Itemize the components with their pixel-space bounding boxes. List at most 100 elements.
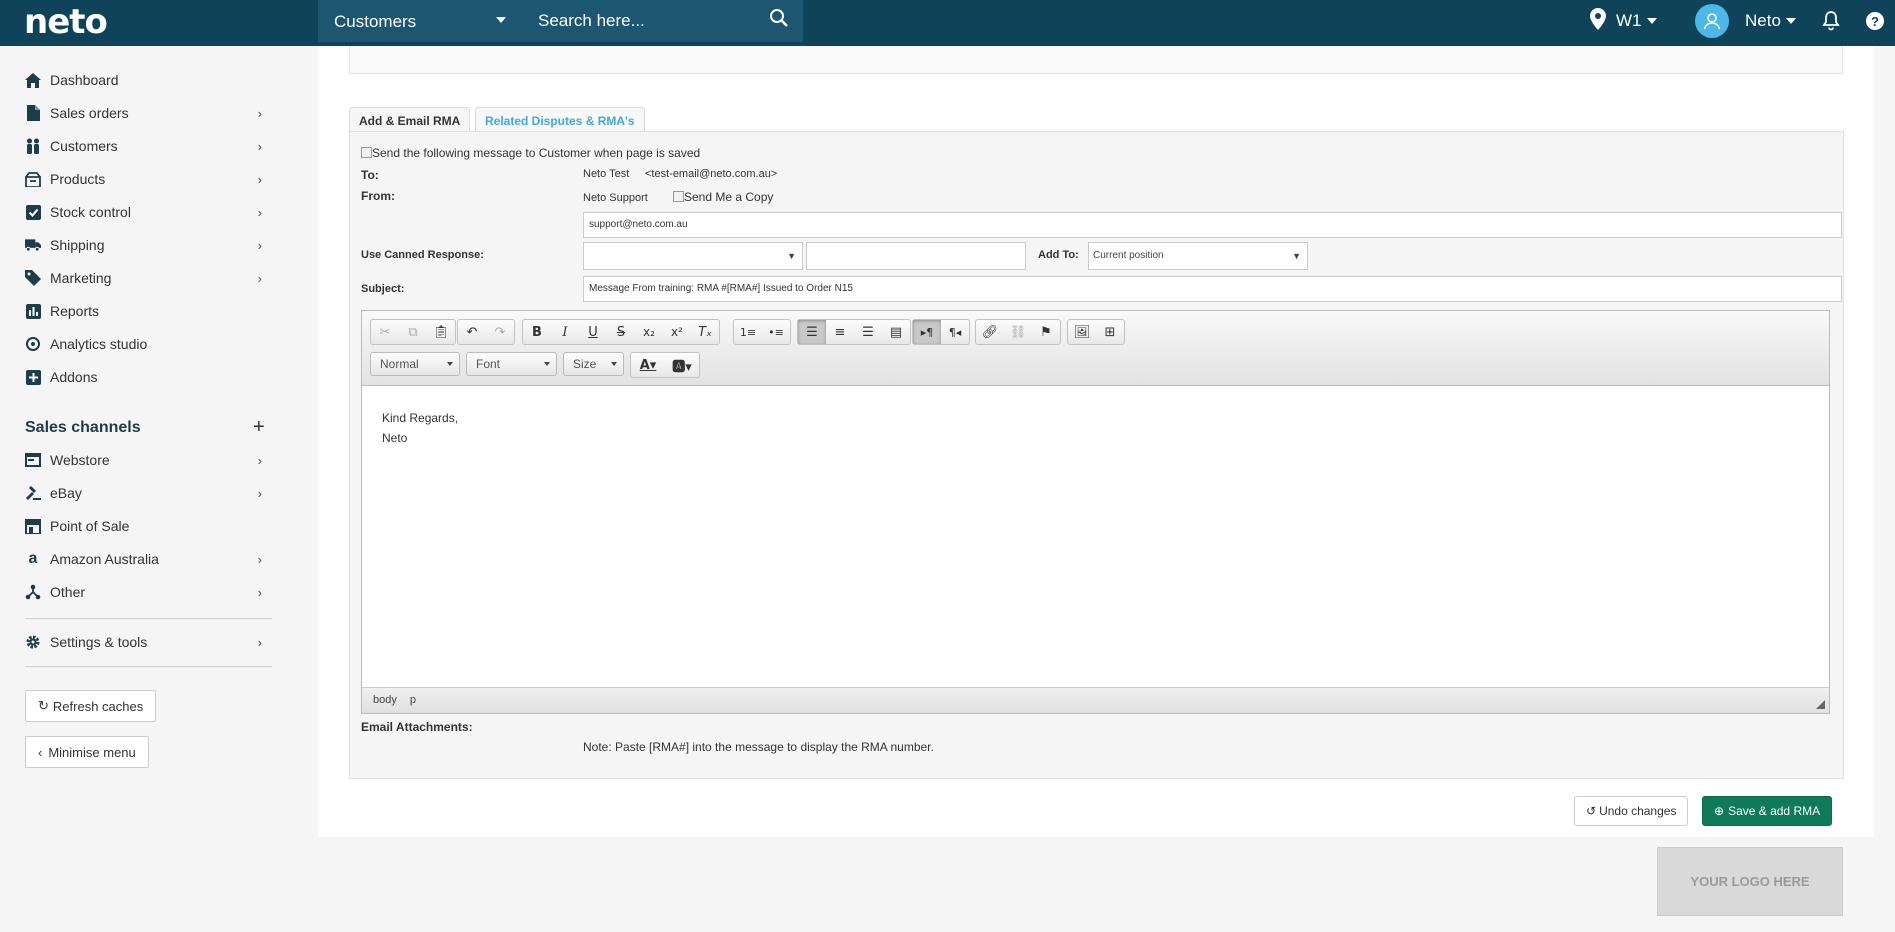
add-channel-icon[interactable]: + [253, 416, 265, 439]
cut-icon[interactable]: ✂ [371, 320, 399, 344]
sidebar-item-reports[interactable]: Reports [25, 299, 272, 323]
redo-icon[interactable]: ↷ [486, 320, 514, 344]
copy-icon[interactable]: ⧉ [399, 320, 427, 344]
color-group: A▾ 🅰︎▾ [630, 352, 700, 378]
tag-icon [25, 270, 41, 286]
sidebar-item-analytics-studio[interactable]: Analytics studio [25, 332, 272, 356]
align-left-icon[interactable]: ☰ [798, 320, 826, 344]
user-name: Neto [1745, 11, 1781, 30]
resize-handle-icon[interactable] [1816, 700, 1825, 709]
image-icon[interactable]: 🖼︎ [1068, 320, 1096, 344]
help-icon[interactable]: ? [1866, 12, 1884, 30]
sidebar-item-ebay[interactable]: eBay › [25, 481, 272, 505]
strikethrough-icon[interactable]: S [607, 320, 635, 344]
editor-content[interactable]: Kind Regards, Neto [382, 408, 458, 448]
sidebar-item-amazon-australia[interactable]: a Amazon Australia › [25, 547, 272, 571]
background-color-icon[interactable]: 🅰︎▾ [665, 353, 699, 377]
bullet-list-icon[interactable]: •≡ [762, 320, 790, 344]
undo-changes-button[interactable]: ↺ Undo changes [1574, 796, 1689, 826]
path-p[interactable]: p [410, 694, 416, 706]
subject-field[interactable]: Message From training: RMA #[RMA#] Issue… [583, 276, 1842, 302]
canned-response-input[interactable] [806, 242, 1026, 270]
sidebar-item-stock-control[interactable]: Stock control › [25, 200, 272, 224]
sidebar-item-products[interactable]: Products › [25, 167, 272, 191]
from-name: Neto Support [583, 192, 648, 204]
sidebar-item-label: Shipping [50, 237, 105, 253]
sidebar-item-dashboard[interactable]: Dashboard [25, 68, 272, 92]
numbered-list-icon[interactable]: 1≡ [734, 320, 762, 344]
avatar [1695, 4, 1729, 38]
user-menu[interactable]: Neto [1695, 0, 1796, 42]
neto-logo[interactable]: neto [24, 2, 108, 42]
format-combo-label: Normal [380, 357, 419, 371]
bold-icon[interactable]: B [523, 320, 551, 344]
send-copy-row: Send Me a Copy [673, 190, 773, 204]
send-message-row: Send the following message to Customer w… [361, 146, 700, 160]
location-selector[interactable]: W1 [1590, 0, 1657, 42]
format-combo[interactable]: Normal [370, 352, 460, 376]
sidebar-item-point-of-sale[interactable]: Point of Sale [25, 514, 272, 538]
from-email-field[interactable]: support@neto.com.au [583, 212, 1842, 238]
align-center-icon[interactable]: ≡ [826, 320, 854, 344]
send-copy-label: Send Me a Copy [684, 190, 774, 204]
sidebar-item-sales-orders[interactable]: Sales orders › [25, 101, 272, 125]
tab-add-email-rma[interactable]: Add & Email RMA [349, 107, 471, 134]
sidebar-item-settings-tools[interactable]: Settings & tools › [25, 630, 272, 654]
add-to-select[interactable]: Current position ▼ [1088, 242, 1308, 270]
rtl-icon[interactable]: ¶◂ [941, 320, 969, 344]
justify-icon[interactable]: ▤ [882, 320, 910, 344]
sidebar-item-other[interactable]: Other › [25, 580, 272, 604]
chevron-right-icon: › [257, 552, 262, 567]
undo-icon[interactable]: ↶ [458, 320, 486, 344]
sidebar-item-customers[interactable]: Customers › [25, 134, 272, 158]
save-add-rma-button[interactable]: ⊕ Save & add RMA [1702, 796, 1833, 826]
size-combo[interactable]: Size [563, 352, 624, 376]
canned-response-label: Use Canned Response: [361, 249, 484, 261]
sidebar-item-label: Webstore [50, 452, 110, 468]
canned-response-select[interactable]: ▼ [583, 242, 803, 270]
unlink-icon[interactable]: ⛓︎ [1004, 320, 1032, 344]
minimise-menu-label: Minimise menu [48, 744, 136, 760]
sidebar-item-marketing[interactable]: Marketing › [25, 266, 272, 290]
path-body[interactable]: body [373, 694, 397, 706]
align-right-icon[interactable]: ☰ [854, 320, 882, 344]
superscript-icon[interactable]: x² [663, 320, 691, 344]
search-icon[interactable] [769, 8, 789, 31]
chevron-left-icon: ‹ [38, 744, 43, 760]
sidebar-item-label: Marketing [50, 270, 112, 286]
send-message-checkbox[interactable] [361, 147, 372, 158]
minimise-menu-button[interactable]: ‹ Minimise menu [25, 736, 149, 768]
search-category-dropdown[interactable]: Customers [318, 0, 520, 42]
italic-icon[interactable]: I [551, 320, 579, 344]
sidebar-item-webstore[interactable]: Webstore › [25, 448, 272, 472]
map-pin-icon [1590, 7, 1606, 35]
font-combo[interactable]: Font [466, 352, 557, 376]
remove-format-icon[interactable]: Tₓ [691, 320, 719, 344]
bell-icon[interactable] [1822, 11, 1840, 34]
ltr-icon[interactable]: ▸¶ [913, 320, 941, 344]
send-copy-checkbox[interactable] [673, 191, 684, 202]
paste-icon[interactable]: 📋︎ [427, 320, 455, 344]
chevron-right-icon: › [257, 172, 262, 187]
subscript-icon[interactable]: x₂ [635, 320, 663, 344]
refresh-caches-button[interactable]: ↻ Refresh caches [25, 690, 157, 722]
tab-related-disputes[interactable]: Related Disputes & RMA's [475, 107, 645, 134]
text-color-icon[interactable]: A▾ [631, 353, 665, 377]
from-label: From: [361, 189, 395, 203]
sidebar-item-label: Reports [50, 303, 100, 319]
link-icon[interactable]: 🔗︎ [976, 320, 1004, 344]
anchor-flag-icon[interactable]: ⚑ [1032, 320, 1060, 344]
underline-icon[interactable]: U [579, 320, 607, 344]
sidebar-item-label: Settings & tools [50, 634, 148, 650]
sidebar-item-addons[interactable]: Addons [25, 365, 272, 389]
previous-section [349, 46, 1843, 74]
chevron-down-icon [1646, 18, 1657, 24]
search-input[interactable] [520, 0, 803, 42]
sidebar-item-label: Dashboard [50, 72, 119, 88]
chevron-right-icon: › [257, 238, 262, 253]
editor-path-bar: body p [362, 687, 1829, 713]
plus-square-icon [25, 369, 41, 385]
sidebar-item-shipping[interactable]: Shipping › [25, 233, 272, 257]
sidebar-item-label: Point of Sale [50, 518, 130, 534]
table-icon[interactable]: ⊞ [1096, 320, 1124, 344]
